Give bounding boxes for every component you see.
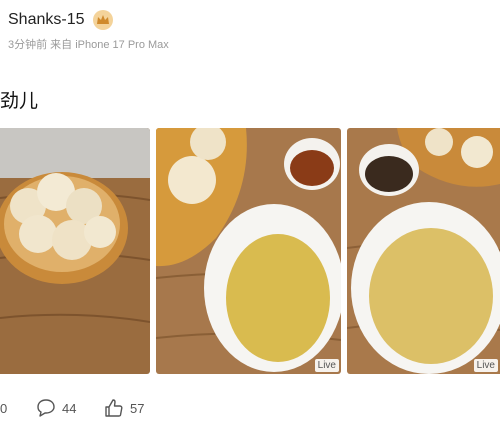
photo-3[interactable]: Live xyxy=(347,128,500,374)
comment-icon xyxy=(37,399,55,417)
soup-closeup-image xyxy=(347,128,500,374)
like-button[interactable]: 57 xyxy=(104,396,144,420)
post-text: 劲儿 xyxy=(0,91,39,112)
user-row: Shanks-15 xyxy=(8,10,169,30)
thumbs-up-icon xyxy=(105,399,123,417)
photo-1[interactable] xyxy=(0,128,150,374)
photo-2[interactable]: Live xyxy=(156,128,341,374)
comment-button[interactable]: 44 xyxy=(36,396,76,420)
username[interactable]: Shanks-15 xyxy=(8,11,85,29)
like-count: 57 xyxy=(130,400,145,416)
live-badge: Live xyxy=(314,359,339,372)
action-bar: 0 44 57 xyxy=(0,396,500,420)
soup-bowl-image xyxy=(156,128,341,374)
post-meta: 3分钟前 来自 iPhone 17 Pro Max xyxy=(8,39,169,51)
live-badge: Live xyxy=(473,359,498,372)
comment-count: 44 xyxy=(62,400,77,416)
crown-icon[interactable] xyxy=(92,10,113,30)
photo-grid: Live Live xyxy=(0,128,500,374)
repost-button[interactable]: 0 xyxy=(0,396,7,420)
post-header: Shanks-15 3分钟前 来自 iPhone 17 Pro Max xyxy=(8,10,169,52)
buns-basket-image xyxy=(0,128,150,374)
repost-count: 0 xyxy=(0,400,8,416)
